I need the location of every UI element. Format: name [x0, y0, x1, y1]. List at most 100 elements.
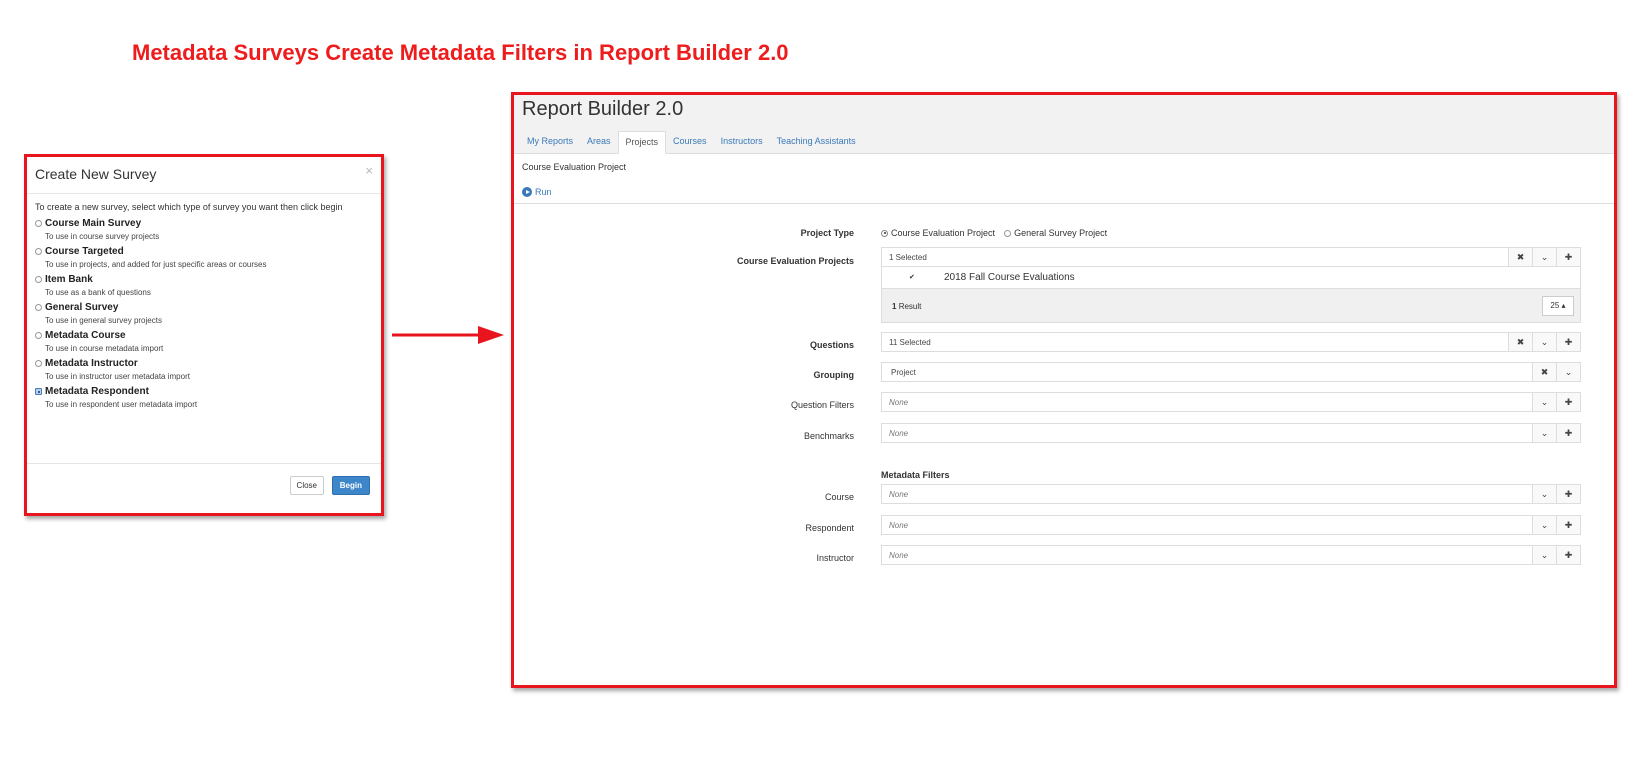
- survey-option-metadata-course[interactable]: Metadata Course To use in course metadat…: [35, 330, 373, 353]
- metadata-course-label: Course: [824, 492, 854, 502]
- survey-option-general[interactable]: General Survey To use in general survey …: [35, 302, 373, 325]
- tab-my-reports[interactable]: My Reports: [520, 131, 580, 153]
- add-icon[interactable]: ✚: [1556, 515, 1581, 535]
- page-title: Report Builder 2.0: [522, 98, 684, 120]
- divider: [514, 203, 1614, 204]
- tab-projects[interactable]: Projects: [617, 131, 667, 154]
- grouping-select[interactable]: Project ✖ ⌄: [881, 362, 1581, 382]
- metadata-respondent-select[interactable]: None ⌄ ✚: [881, 515, 1581, 535]
- radio-icon[interactable]: [35, 276, 42, 283]
- checkbox-icon[interactable]: ✔: [909, 274, 916, 281]
- select-placeholder: None: [889, 398, 909, 407]
- option-label: Metadata Course: [45, 330, 126, 341]
- survey-option-metadata-respondent[interactable]: Metadata Respondent To use in respondent…: [35, 386, 373, 409]
- option-label: Course Main Survey: [45, 218, 142, 229]
- tab-instructors[interactable]: Instructors: [714, 131, 770, 153]
- metadata-instructor-label: Instructor: [816, 553, 854, 563]
- arrow-right-icon: [392, 326, 504, 344]
- add-icon[interactable]: ✚: [1556, 247, 1581, 267]
- project-type-radios: Course Evaluation Project General Survey…: [881, 228, 1107, 238]
- option-label: Metadata Instructor: [45, 358, 138, 369]
- modal-footer: Close Begin: [27, 463, 381, 513]
- list-item-label: 2018 Fall Course Evaluations: [944, 272, 1075, 283]
- modal-intro: To create a new survey, select which typ…: [35, 202, 343, 212]
- add-icon[interactable]: ✚: [1556, 484, 1581, 504]
- clear-icon[interactable]: ✖: [1532, 362, 1557, 382]
- chevron-down-icon[interactable]: ⌄: [1532, 423, 1557, 443]
- course-eval-projects-select[interactable]: 1 Selected ✖ ⌄ ✚: [881, 247, 1581, 267]
- modal-header: Create New Survey ×: [27, 157, 381, 194]
- metadata-respondent-label: Respondent: [805, 523, 854, 533]
- option-description: To use in general survey projects: [45, 316, 162, 325]
- survey-option-item-bank[interactable]: Item Bank To use as a bank of questions: [35, 274, 373, 297]
- option-label: Metadata Respondent: [45, 386, 149, 397]
- close-icon[interactable]: ×: [365, 163, 373, 178]
- tab-teaching-assistants[interactable]: Teaching Assistants: [770, 131, 863, 153]
- option-description: To use in course survey projects: [45, 232, 160, 241]
- select-value: 11 Selected: [889, 338, 931, 347]
- option-description: To use in projects, and added for just s…: [45, 260, 267, 269]
- chevron-down-icon[interactable]: ⌄: [1532, 545, 1557, 565]
- radio-icon[interactable]: [35, 360, 42, 367]
- radio-selected-icon[interactable]: [881, 229, 888, 237]
- select-placeholder: None: [889, 551, 909, 560]
- option-label: Item Bank: [45, 274, 93, 285]
- chevron-down-icon[interactable]: ⌄: [1532, 392, 1557, 412]
- screenshot-root: Metadata Surveys Create Metadata Filters…: [0, 0, 1631, 766]
- course-eval-projects-label: Course Evaluation Projects: [736, 256, 854, 266]
- chevron-down-icon[interactable]: ⌄: [1532, 332, 1557, 352]
- breadcrumb: Course Evaluation Project: [522, 162, 627, 172]
- option-description: To use in instructor user metadata impor…: [45, 372, 190, 381]
- add-icon[interactable]: ✚: [1556, 392, 1581, 412]
- survey-option-metadata-instructor[interactable]: Metadata Instructor To use in instructor…: [35, 358, 373, 381]
- report-builder-panel: Report Builder 2.0 My Reports Areas Proj…: [511, 92, 1617, 688]
- headline: Metadata Surveys Create Metadata Filters…: [132, 40, 789, 65]
- question-filters-select[interactable]: None ⌄ ✚: [881, 392, 1581, 412]
- questions-select[interactable]: 11 Selected ✖ ⌄ ✚: [881, 332, 1581, 352]
- benchmarks-label: Benchmarks: [803, 431, 854, 441]
- grouping-label: Grouping: [813, 370, 855, 380]
- add-icon[interactable]: ✚: [1556, 423, 1581, 443]
- radio-icon[interactable]: [35, 304, 42, 311]
- chevron-down-icon[interactable]: ⌄: [1556, 362, 1581, 382]
- result-bar: 1 Result 25 ▴: [881, 289, 1581, 323]
- question-filters-label: Question Filters: [790, 400, 854, 410]
- select-value: 1 Selected: [889, 253, 927, 262]
- questions-label: Questions: [809, 340, 854, 350]
- create-survey-modal: Create New Survey × To create a new surv…: [24, 154, 384, 516]
- result-count-number: 1: [892, 302, 897, 311]
- result-count-word: Result: [898, 302, 922, 311]
- radio-icon[interactable]: [35, 332, 42, 339]
- metadata-course-select[interactable]: None ⌄ ✚: [881, 484, 1581, 504]
- chevron-down-icon[interactable]: ⌄: [1532, 515, 1557, 535]
- select-placeholder: None: [889, 429, 909, 438]
- metadata-instructor-select[interactable]: None ⌄ ✚: [881, 545, 1581, 565]
- survey-option-course-targeted[interactable]: Course Targeted To use in projects, and …: [35, 246, 373, 269]
- clear-icon[interactable]: ✖: [1508, 247, 1533, 267]
- radio-icon[interactable]: [35, 248, 42, 255]
- run-button[interactable]: Run: [522, 187, 552, 197]
- close-button[interactable]: Close: [289, 476, 324, 495]
- tab-courses[interactable]: Courses: [666, 131, 714, 153]
- chevron-down-icon[interactable]: ⌄: [1532, 484, 1557, 504]
- clear-icon[interactable]: ✖: [1508, 332, 1533, 352]
- page-size-select[interactable]: 25 ▴: [1542, 296, 1574, 316]
- chevron-down-icon[interactable]: ⌄: [1532, 247, 1557, 267]
- radio-icon[interactable]: [35, 220, 42, 227]
- add-icon[interactable]: ✚: [1556, 545, 1581, 565]
- option-label: Course Targeted: [45, 246, 124, 257]
- modal-title: Create New Survey: [35, 166, 157, 182]
- list-item[interactable]: ✔ 2018 Fall Course Evaluations: [881, 267, 1581, 289]
- modal-body: To create a new survey, select which typ…: [27, 194, 381, 409]
- radio-selected-icon[interactable]: [35, 388, 42, 395]
- metadata-filters-title: Metadata Filters: [881, 470, 950, 480]
- add-icon[interactable]: ✚: [1556, 332, 1581, 352]
- project-type-option-general[interactable]: General Survey Project: [1014, 228, 1107, 238]
- tab-areas[interactable]: Areas: [580, 131, 618, 153]
- survey-option-course-main[interactable]: Course Main Survey To use in course surv…: [35, 218, 373, 241]
- select-value: Project: [891, 368, 916, 377]
- radio-icon[interactable]: [1004, 229, 1012, 237]
- benchmarks-select[interactable]: None ⌄ ✚: [881, 423, 1581, 443]
- begin-button[interactable]: Begin: [331, 476, 370, 495]
- project-type-option-course-eval[interactable]: Course Evaluation Project: [891, 228, 995, 238]
